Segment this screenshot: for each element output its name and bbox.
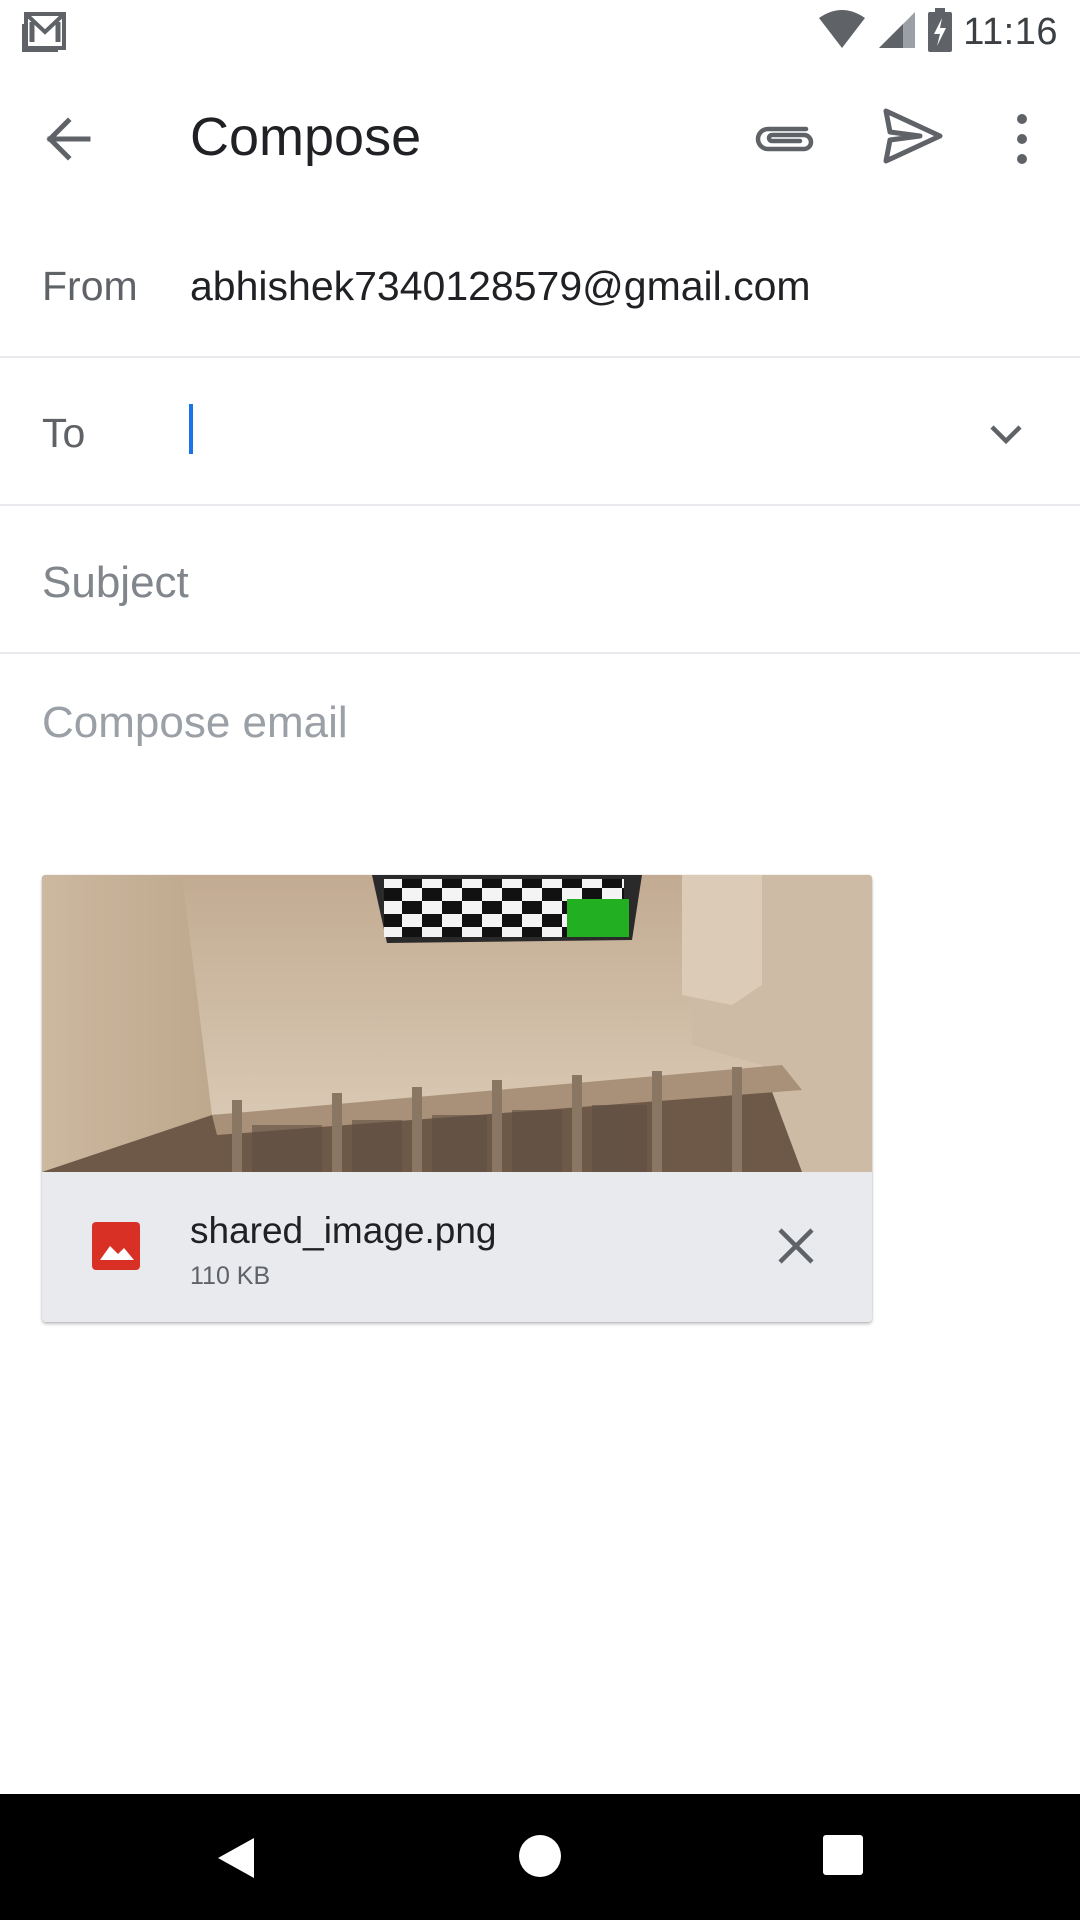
from-label: From	[42, 263, 138, 309]
chevron-down-icon[interactable]	[984, 412, 1028, 456]
close-icon[interactable]	[774, 1224, 818, 1268]
from-account[interactable]: abhishek7340128579@gmail.com	[190, 263, 811, 310]
more-vert-icon[interactable]	[998, 105, 1046, 173]
nav-recents-icon[interactable]	[822, 1834, 864, 1876]
system-nav-bar	[0, 1794, 1080, 1920]
image-file-icon	[92, 1222, 140, 1270]
wifi-icon	[817, 9, 867, 55]
paperclip-icon[interactable]	[750, 107, 818, 167]
cell-signal-icon	[877, 10, 917, 55]
to-row[interactable]: To	[0, 358, 1080, 506]
attachment-footer: shared_image.png 110 KB	[42, 1172, 872, 1322]
send-icon[interactable]	[880, 103, 944, 169]
battery-charging-icon	[927, 7, 953, 57]
status-bar: 11:16	[0, 0, 1080, 63]
to-label: To	[42, 410, 86, 456]
page-title: Compose	[190, 107, 422, 167]
from-row[interactable]: From abhishek7340128579@gmail.com	[0, 210, 1080, 358]
attachment-file-size: 110 KB	[190, 1262, 271, 1290]
back-arrow-icon[interactable]	[40, 109, 100, 169]
attachment-file-name: shared_image.png	[190, 1210, 497, 1251]
nav-home-icon[interactable]	[518, 1834, 562, 1878]
nav-back-icon[interactable]	[214, 1834, 258, 1882]
compose-app-bar: Compose	[0, 63, 1080, 210]
attachment-card[interactable]: shared_image.png 110 KB	[42, 875, 872, 1322]
subject-field[interactable]: Subject	[0, 506, 1080, 654]
attachment-preview-image[interactable]	[42, 875, 872, 1172]
gmail-notification-icon	[22, 10, 70, 59]
subject-placeholder: Subject	[42, 558, 189, 607]
text-cursor	[189, 404, 193, 454]
status-time: 11:16	[963, 10, 1058, 53]
compose-body-field[interactable]: Compose email	[42, 698, 348, 748]
